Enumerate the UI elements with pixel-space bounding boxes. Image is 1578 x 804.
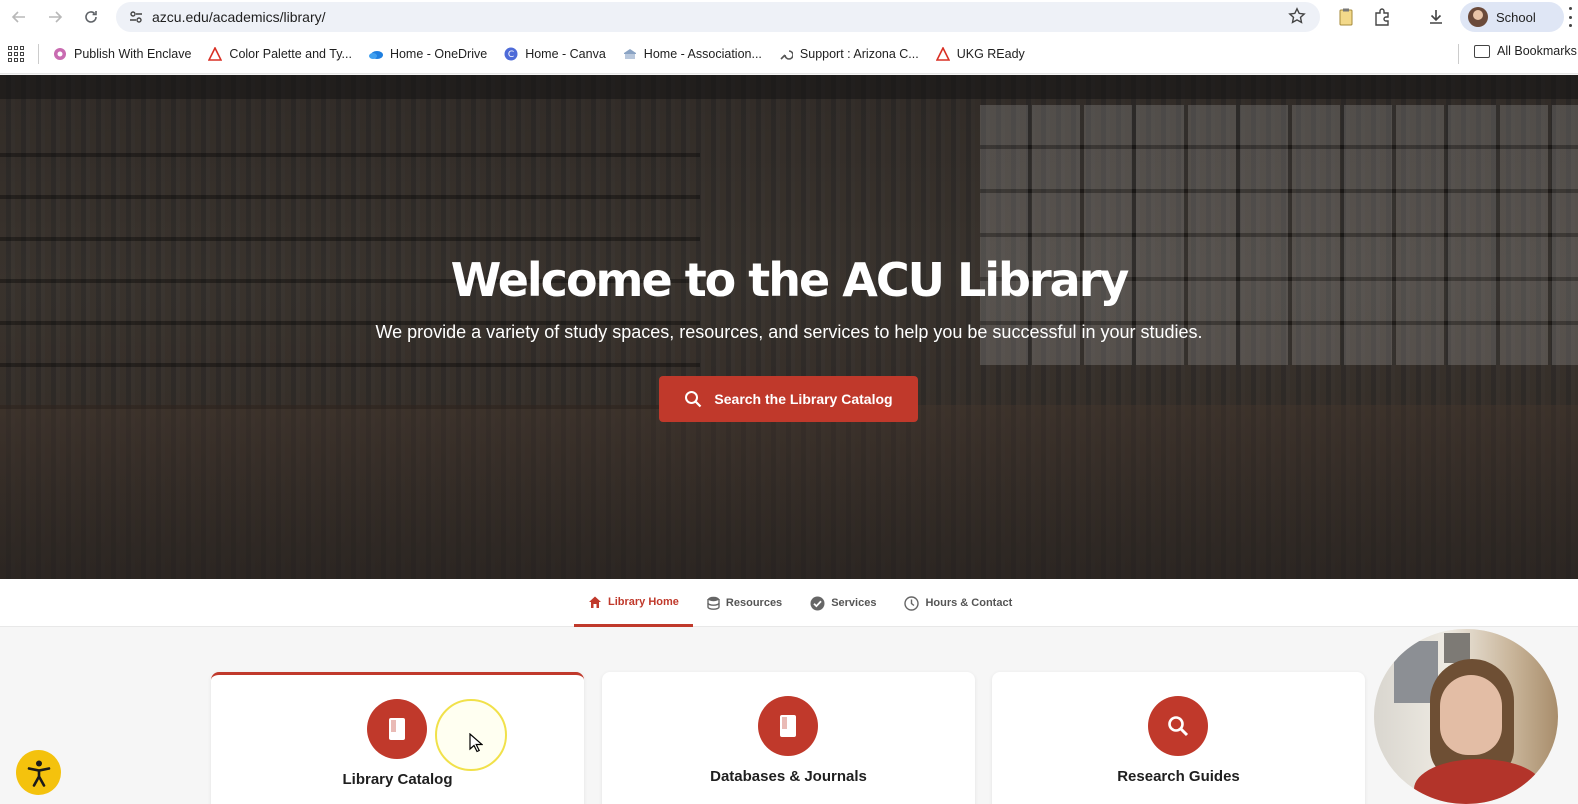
bookmark-support-arizona[interactable]: Support : Arizona C... <box>778 46 919 62</box>
tab-resources[interactable]: Resources <box>693 579 796 627</box>
bookmarks-bar: Publish With Enclave Color Palette and T… <box>0 34 1578 74</box>
profile-button[interactable]: School <box>1460 2 1564 32</box>
search-icon <box>1148 696 1208 756</box>
folder-icon <box>1474 44 1490 58</box>
back-button[interactable] <box>4 2 34 32</box>
profile-label: School <box>1496 9 1536 25</box>
bookmarks-separator <box>1458 44 1459 64</box>
bookmark-label: Color Palette and Ty... <box>229 47 352 61</box>
color-palette-icon <box>207 46 223 62</box>
bookmark-ukg-ready[interactable]: UKG REady <box>935 46 1025 62</box>
bookmark-label: Home - OneDrive <box>389 47 488 61</box>
bookmark-onedrive[interactable]: Home - OneDrive <box>368 46 487 62</box>
hero-top-band <box>0 75 1578 99</box>
accessibility-button[interactable] <box>16 750 61 795</box>
profile-avatar <box>1468 7 1488 27</box>
mouse-cursor-icon <box>469 732 484 758</box>
reload-button[interactable] <box>76 2 106 32</box>
hero-floor-background <box>0 405 1578 579</box>
browser-toolbar: azcu.edu/academics/library/ School <box>0 0 1578 34</box>
reload-icon <box>85 11 97 23</box>
browser-menu-icon[interactable] <box>1564 7 1576 27</box>
search-icon <box>684 390 702 408</box>
apps-grid-icon[interactable] <box>8 46 24 62</box>
hero-banner: Welcome to the ACU Library We provide a … <box>0 75 1578 579</box>
association-icon <box>622 46 638 62</box>
url-text[interactable]: azcu.edu/academics/library/ <box>152 9 326 25</box>
clock-icon <box>904 595 920 611</box>
accessibility-icon <box>27 760 50 787</box>
ukg-icon <box>935 46 951 62</box>
bookmark-label: Publish With Enclave <box>74 47 192 61</box>
card-title: Databases & Journals <box>710 768 867 785</box>
bookmark-label: Support : Arizona C... <box>799 47 919 61</box>
extensions-puzzle-icon[interactable] <box>1370 5 1394 29</box>
book-icon <box>367 699 427 759</box>
arrow-right-icon <box>49 11 63 23</box>
bookmark-star-icon[interactable] <box>1288 7 1306 30</box>
card-title: Research Guides <box>1117 768 1240 785</box>
tab-hours-contact[interactable]: Hours & Contact <box>890 579 1026 627</box>
search-catalog-label: Search the Library Catalog <box>714 391 893 407</box>
svg-text:C: C <box>508 50 514 60</box>
downloads-icon[interactable] <box>1424 5 1448 29</box>
all-bookmarks-label: All Bookmarks <box>1497 44 1577 58</box>
search-catalog-button[interactable]: Search the Library Catalog <box>659 376 918 422</box>
card-databases-journals[interactable]: Databases & Journals <box>602 672 975 804</box>
tab-library-home[interactable]: Library Home <box>574 579 693 627</box>
bookmarks-separator <box>38 44 39 64</box>
tab-services[interactable]: Services <box>796 579 890 627</box>
webcam-overlay <box>1374 629 1558 804</box>
bookmark-canva[interactable]: C Home - Canva <box>503 46 606 62</box>
hero-tagline: We provide a variety of study spaces, re… <box>375 322 1203 342</box>
hero-title: Welcome to the ACU Library <box>450 253 1130 307</box>
arrow-left-icon <box>11 11 25 23</box>
tab-label: Services <box>831 597 877 609</box>
card-library-catalog[interactable]: Library Catalog <box>211 672 584 804</box>
tab-label: Library Home <box>608 595 679 608</box>
forward-button[interactable] <box>40 2 70 32</box>
onedrive-icon <box>368 46 384 62</box>
database-icon <box>707 596 720 610</box>
tab-label: Resources <box>725 597 783 609</box>
bookmark-label: Home - Canva <box>525 47 606 61</box>
enclave-icon <box>52 46 68 62</box>
home-icon <box>588 595 602 609</box>
card-research-guides[interactable]: Research Guides <box>992 672 1365 804</box>
support-icon <box>778 46 794 62</box>
all-bookmarks-button[interactable]: All Bookmarks <box>1474 44 1577 58</box>
library-subnav: Library Home Resources Services Hours & … <box>0 579 1578 627</box>
bookmark-publish-with-enclave[interactable]: Publish With Enclave <box>52 46 191 62</box>
book-icon <box>758 696 818 756</box>
bookmark-label: Home - Association... <box>643 47 762 61</box>
site-info-icon[interactable] <box>126 7 146 27</box>
extension-clipboard-icon[interactable] <box>1334 5 1358 29</box>
bookmark-association[interactable]: Home - Association... <box>622 46 762 62</box>
card-title: Library Catalog <box>342 771 453 788</box>
address-bar[interactable]: azcu.edu/academics/library/ <box>116 2 1320 32</box>
check-circle-icon <box>810 596 825 611</box>
tab-label: Hours & Contact <box>925 597 1013 609</box>
quick-links-section: Library Catalog Databases & Journals Res… <box>0 627 1578 804</box>
canva-icon: C <box>503 46 519 62</box>
bookmark-color-palette[interactable]: Color Palette and Ty... <box>207 46 352 62</box>
bookmark-label: UKG REady <box>956 47 1025 61</box>
